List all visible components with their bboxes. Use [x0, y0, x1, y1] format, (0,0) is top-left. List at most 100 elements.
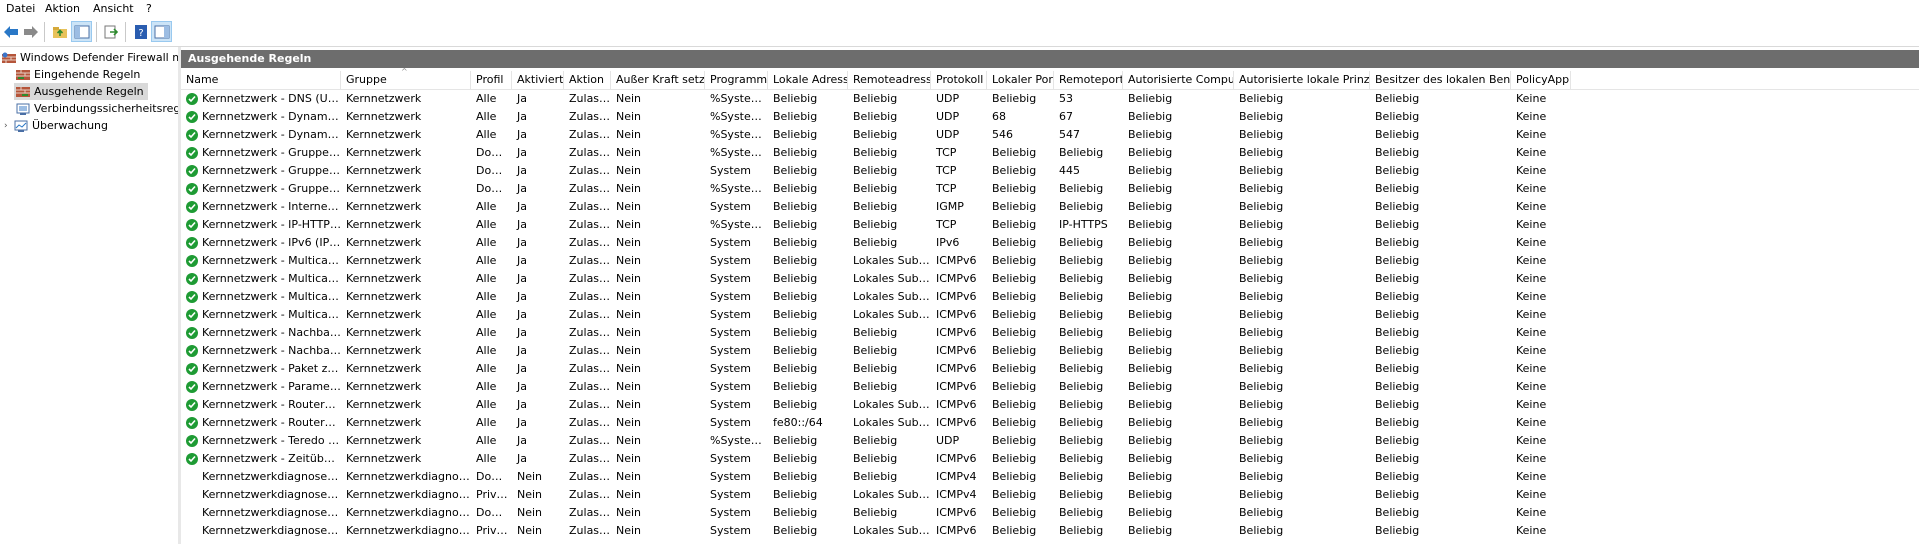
- table-row[interactable]: Kernnetzwerk - DNS (UDP ausgehend) Kernne…: [181, 90, 1919, 108]
- table-row[interactable]: Kernnetzwerk - Dynamic Host Configurati.…: [181, 126, 1919, 144]
- cell-profil: Alle: [476, 362, 497, 375]
- table-row[interactable]: Kernnetzwerk - Paket zu groß (ICMPv6 aus…: [181, 360, 1919, 378]
- rule-name: Kernnetzwerk - Zeitüberschreitung (ICMP.…: [202, 452, 341, 465]
- folder-up-icon[interactable]: [49, 21, 70, 42]
- table-row[interactable]: Kernnetzwerk - Gruppenrichtlinie (TCP au…: [181, 180, 1919, 198]
- table-row[interactable]: Kernnetzwerk - Multicastabhörvorgang a..…: [181, 306, 1919, 324]
- menu-datei[interactable]: Datei: [6, 2, 35, 15]
- rule-name: Kernnetzwerk - Dynamic Host Configurati.…: [202, 128, 341, 141]
- cell-aktion: Zulassen: [569, 128, 611, 141]
- help-icon[interactable]: ?: [130, 21, 151, 42]
- column-header-autorisierte-computer[interactable]: Autorisierte Computer: [1123, 71, 1234, 89]
- firewall-icon: [2, 52, 16, 63]
- table-row[interactable]: Kernnetzwerkdiagnose – ICMP-Echoanfor...…: [181, 468, 1919, 486]
- column-header-row: Name Gruppe Profil Aktiviert Aktion Außer Kra…: [181, 67, 1919, 90]
- tree-item-eingehende-regeln[interactable]: Eingehende Regeln: [16, 66, 140, 83]
- cell-ausser-kraft-setzen: Nein: [616, 452, 642, 465]
- menu-help[interactable]: ?: [146, 2, 152, 15]
- tree-item-ueberwachung[interactable]: › Überwachung: [4, 117, 108, 134]
- tree-root-firewall[interactable]: Windows Defender Firewall mit: [2, 49, 178, 66]
- table-row[interactable]: Kernnetzwerkdiagnose – ICMP-Echoanfor...…: [181, 504, 1919, 522]
- table-row[interactable]: Kernnetzwerk - Nachbarermittlungsanfra..…: [181, 324, 1919, 342]
- column-header-aktion[interactable]: Aktion: [564, 71, 611, 89]
- cell-remoteport: Beliebig: [1059, 344, 1104, 357]
- table-row[interactable]: Kernnetzwerkdiagnose – ICMP-Echoanfor...…: [181, 486, 1919, 504]
- menu-ansicht[interactable]: Ansicht: [93, 2, 134, 15]
- table-row[interactable]: Kernnetzwerk - IPv6 (IPv6 ausgehend) Kern…: [181, 234, 1919, 252]
- show-hide-tree-icon[interactable]: [71, 21, 92, 42]
- column-header-lokale-adresse[interactable]: Lokale Adresse: [768, 71, 848, 89]
- table-row[interactable]: Kernnetzwerk - Parameterproblem (ICMPv..…: [181, 378, 1919, 396]
- table-row[interactable]: Kernnetzwerk - Zeitüberschreitung (ICMP.…: [181, 450, 1919, 468]
- cell-remoteadresse: Beliebig: [853, 218, 898, 231]
- cell-ausser-kraft-setzen: Nein: [616, 344, 642, 357]
- cell-aktiviert: Ja: [517, 128, 527, 141]
- cell-autorisierte-lokale-prinzipale: Beliebig: [1239, 236, 1284, 249]
- cell-remoteport: Beliebig: [1059, 398, 1104, 411]
- cell-profil: Alle: [476, 254, 497, 267]
- table-row[interactable]: Kernnetzwerk - Gruppenrichtlinie (LSASS …: [181, 144, 1919, 162]
- cell-lokale-adresse: Beliebig: [773, 506, 818, 519]
- cell-remoteadresse: Beliebig: [853, 344, 898, 357]
- table-row[interactable]: Kernnetzwerk - Multicastabhörabfrage (IC…: [181, 252, 1919, 270]
- cell-policyappid: Keine: [1516, 452, 1547, 465]
- column-header-aktiviert[interactable]: Aktiviert: [512, 71, 564, 89]
- export-list-icon[interactable]: [100, 21, 121, 42]
- cell-profil: Alle: [476, 398, 497, 411]
- column-header-protokoll[interactable]: Protokoll: [931, 71, 987, 89]
- cell-policyappid: Keine: [1516, 290, 1547, 303]
- table-row[interactable]: Kernnetzwerk - IP-HTTPS (TCP ausgehend) K…: [181, 216, 1919, 234]
- cell-lokaler-port: Beliebig: [992, 200, 1037, 213]
- column-header-profil[interactable]: Profil: [471, 71, 512, 89]
- forward-arrow-icon[interactable]: [20, 21, 41, 42]
- cell-aktion: Zulassen: [569, 218, 611, 231]
- cell-autorisierte-lokale-prinzipale: Beliebig: [1239, 488, 1284, 501]
- tree-item-verbindungssicherheit[interactable]: Verbindungssicherheitsrege: [16, 100, 178, 117]
- cell-protokoll: ICMPv6: [936, 326, 977, 339]
- column-header-name[interactable]: Name: [181, 71, 341, 89]
- column-header-programm[interactable]: Programm: [705, 71, 768, 89]
- cell-lokaler-port: Beliebig: [992, 236, 1037, 249]
- table-row[interactable]: Kernnetzwerkdiagnose – ICMP-Echoanfor...…: [181, 522, 1919, 540]
- cell-policyappid: Keine: [1516, 506, 1547, 519]
- table-row[interactable]: Kernnetzwerk - Multicastabhörbericht (IC…: [181, 270, 1919, 288]
- cell-aktiviert: Ja: [517, 362, 527, 375]
- table-row[interactable]: Kernnetzwerk - Routerankündigung (ICM...…: [181, 414, 1919, 432]
- cell-remoteadresse: Beliebig: [853, 146, 898, 159]
- table-row[interactable]: Kernnetzwerk - Multicastabhörbericht v2 …: [181, 288, 1919, 306]
- cell-aktiviert: Ja: [517, 146, 527, 159]
- cell-lokaler-port: Beliebig: [992, 218, 1037, 231]
- table-row[interactable]: Kernnetzwerk - Gruppenrichtlinie (NP aus…: [181, 162, 1919, 180]
- column-header-remoteadresse[interactable]: Remoteadresse: [848, 71, 931, 89]
- cell-protokoll: ICMPv6: [936, 380, 977, 393]
- table-row[interactable]: Kernnetzwerk - Dynamic Host Configurati.…: [181, 108, 1919, 126]
- column-header-lokaler-port[interactable]: Lokaler Port: [987, 71, 1054, 89]
- table-row[interactable]: Kernnetzwerk - Internetgruppenverwaltun.…: [181, 198, 1919, 216]
- cell-remoteadresse: Lokales Subnetz: [853, 308, 931, 321]
- tree-item-ausgehende-regeln[interactable]: Ausgehende Regeln: [14, 83, 148, 100]
- cell-name: Kernnetzwerk - Multicastabhörbericht v2 …: [181, 288, 341, 306]
- column-header-policyappid[interactable]: PolicyAppId: [1511, 71, 1571, 89]
- column-header-remoteport[interactable]: Remoteport: [1054, 71, 1123, 89]
- cell-profil: Privat,...: [476, 524, 512, 537]
- back-arrow-icon[interactable]: [0, 21, 21, 42]
- table-row[interactable]: Kernnetzwerk - Nachbarermittlungsankün..…: [181, 342, 1919, 360]
- table-row[interactable]: Kernnetzwerk - Routeranfrage (ICMPv6 au.…: [181, 396, 1919, 414]
- menu-aktion[interactable]: Aktion: [45, 2, 80, 15]
- cell-lokale-adresse: Beliebig: [773, 488, 818, 501]
- cell-ausser-kraft-setzen: Nein: [616, 200, 642, 213]
- action-pane-icon[interactable]: [151, 21, 172, 42]
- cell-autorisierte-lokale-prinzipale: Beliebig: [1239, 182, 1284, 195]
- cell-policyappid: Keine: [1516, 218, 1547, 231]
- cell-gruppe: Kernnetzwerk: [346, 128, 422, 141]
- cell-programm: System: [710, 380, 752, 393]
- cell-name: Kernnetzwerk - Routerankündigung (ICM...: [181, 414, 341, 432]
- cell-besitzer-lokaler-benutzer: Beliebig: [1375, 470, 1420, 483]
- column-header-besitzer-lokaler-benutzer[interactable]: Besitzer des lokalen Benutzers: [1370, 71, 1511, 89]
- column-header-autorisierte-lokale-prinzipale[interactable]: Autorisierte lokale Prinzipale: [1234, 71, 1370, 89]
- chevron-right-icon[interactable]: ›: [4, 121, 14, 131]
- cell-lokale-adresse: Beliebig: [773, 470, 818, 483]
- column-header-ausser-kraft-setzen[interactable]: Außer Kraft setzen: [611, 71, 705, 89]
- table-row[interactable]: Kernnetzwerk - Teredo (UDP ausgehend) Ker…: [181, 432, 1919, 450]
- cell-lokaler-port: Beliebig: [992, 362, 1037, 375]
